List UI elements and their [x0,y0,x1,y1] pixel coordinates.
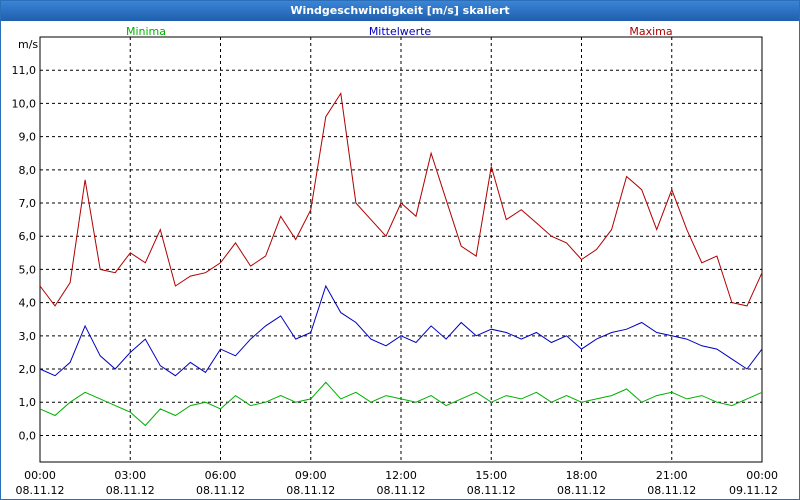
x-tick-time: 03:00 [114,469,146,482]
y-tick-label: 7,0 [19,197,37,210]
x-tick-time: 15:00 [475,469,507,482]
x-tick-time: 21:00 [656,469,688,482]
y-tick-label: 8,0 [19,164,37,177]
x-tick-time: 00:00 [746,469,778,482]
x-tick-date: 08.11.12 [647,484,696,497]
x-tick-date: 08.11.12 [377,484,426,497]
y-tick-label: 1,0 [19,396,37,409]
grid-lines [40,37,762,462]
legend-minima: Minima [126,25,166,38]
x-tick-date: 08.11.12 [467,484,516,497]
legend-mittelwerte: Mittelwerte [369,25,432,38]
x-tick-date: 08.11.12 [286,484,335,497]
y-tick-label: 5,0 [19,263,37,276]
x-tick-time: 12:00 [385,469,417,482]
x-tick-time: 06:00 [205,469,237,482]
x-tick-date: 08.11.12 [16,484,65,497]
y-tick-label: 10,0 [12,97,37,110]
x-tick-date: 08.11.12 [106,484,155,497]
y-tick-label: 3,0 [19,330,37,343]
y-tick-label: 9,0 [19,131,37,144]
y-tick-label: 0,0 [19,429,37,442]
x-tick-time: 18:00 [566,469,598,482]
x-tick-date: 08.11.12 [196,484,245,497]
chart-canvas: 0,0 1,0 2,0 3,0 4,0 5,0 6,0 7,0 8,0 9,0 10,0 11,0 0… [12,25,779,497]
x-axis-ticks: 00:00 08.11.12 03:00 08.11.12 06:00 08.11.12 0… [16,469,778,497]
x-tick-time: 09:00 [295,469,327,482]
x-tick-date: 09.11.12 [729,484,778,497]
legend-maxima: Maxima [629,25,672,38]
y-tick-label: 2,0 [19,363,37,376]
x-tick-date: 08.11.12 [557,484,606,497]
y-tick-label: 4,0 [19,297,37,310]
x-tick-time: 00:00 [24,469,56,482]
y-axis-ticks: 0,0 1,0 2,0 3,0 4,0 5,0 6,0 7,0 8,0 9,0 10,0 11,0 [12,64,37,442]
y-axis-label: m/s [18,38,38,51]
y-tick-label: 11,0 [12,64,37,77]
y-tick-label: 6,0 [19,230,37,243]
